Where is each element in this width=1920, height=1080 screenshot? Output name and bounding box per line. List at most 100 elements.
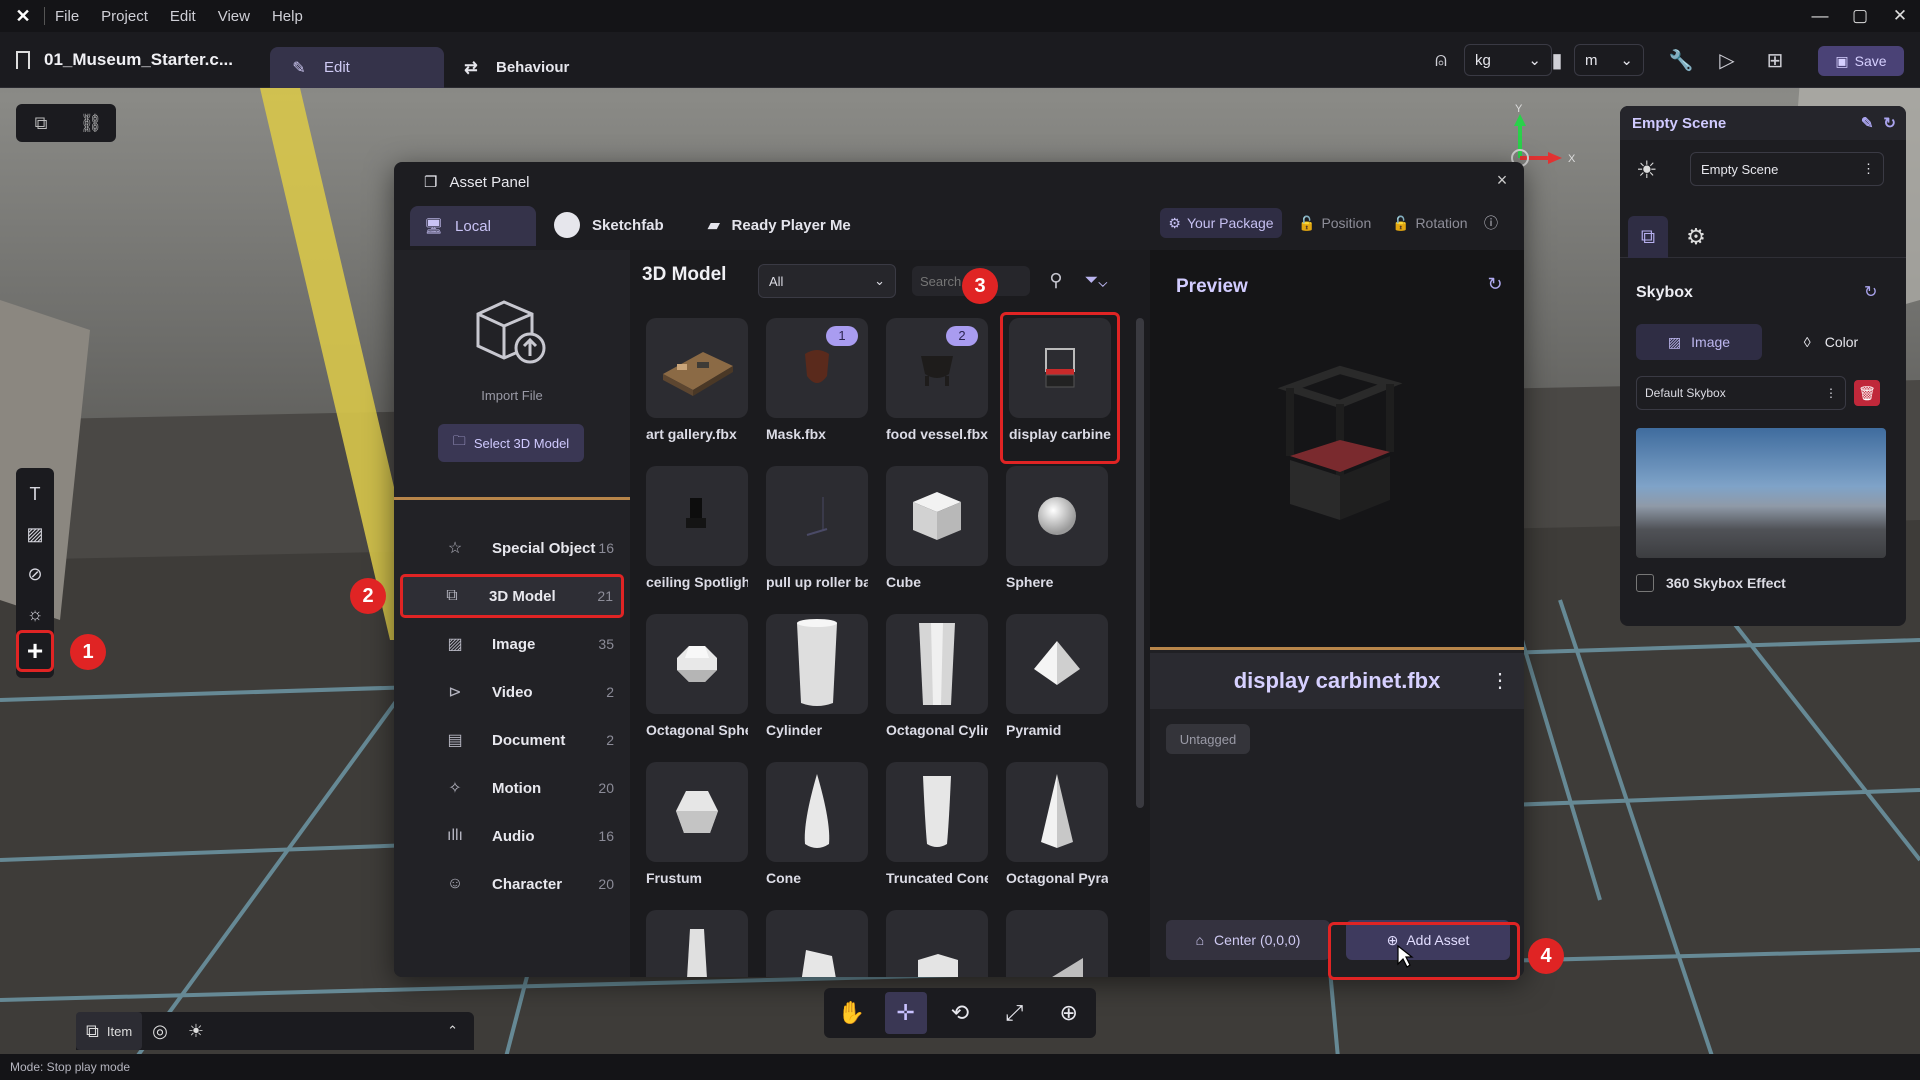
asset-card[interactable]: Pyramid [1006,614,1108,754]
rotate-icon[interactable]: ⟲ [939,992,981,1034]
mass-unit-select[interactable]: kg ⌄ [1464,44,1552,76]
asset-card[interactable]: Sphere [1006,466,1108,606]
category-audio[interactable]: ıllı Audio 16 [394,814,630,858]
category-label: Image [492,635,536,653]
category-motion[interactable]: ✧ Motion 20 [394,766,630,810]
gravity-icon[interactable]: ⍝ [1426,44,1456,76]
tools-button[interactable]: 🔧 [1666,44,1696,76]
asset-card[interactable]: Octagonal Sphere [646,614,748,754]
category-character[interactable]: ☺ Character 20 [394,862,630,906]
menu-edit[interactable]: Edit [170,8,196,25]
asset-card[interactable]: Octagonal Cylinder [886,614,988,754]
refresh-icon[interactable]: ↻ [1482,274,1508,300]
hand-icon[interactable]: ✋ [830,992,872,1034]
tab-local[interactable]: 🖥 Local [410,206,536,246]
skybox-select[interactable]: Default Skybox ⋮ [1636,376,1846,410]
skybox-image-tab[interactable]: ▨ Image [1636,324,1762,360]
category-video[interactable]: ⊳ Video 2 [394,670,630,714]
menu-help[interactable]: Help [272,8,303,25]
asset-card-selected[interactable]: display carbinet.fbx [1000,312,1120,464]
pivot-icon[interactable]: ⊕ [1048,992,1090,1034]
plus-icon: + [26,635,44,666]
ruler-icon[interactable]: ▮ [1542,44,1572,76]
category-special-object[interactable]: ☆ Special Object 16 [394,526,630,570]
skybox-360-toggle[interactable]: 360 Skybox Effect [1636,572,1786,594]
image-icon: ▨ [447,636,463,653]
position-toggle[interactable]: 🔓 Position [1298,208,1371,238]
length-unit-select[interactable]: m ⌄ [1574,44,1644,76]
select-3d-model-button[interactable]: 🗀 Select 3D Model [438,424,584,462]
text-tool-icon[interactable]: T [16,474,54,514]
publish-icon: ⊞ [1766,49,1784,72]
rotation-toggle[interactable]: 🔓 Rotation [1392,208,1468,238]
skybox-360-checkbox[interactable] [1636,574,1654,592]
light-tool-icon[interactable]: ☼ [16,594,54,634]
asset-card[interactable] [766,910,868,977]
save-button[interactable]: ▣ Save [1818,46,1904,76]
menu-file[interactable]: File [55,8,79,25]
category-label: Special Object [492,539,596,557]
asset-card[interactable]: pull up roller bar [766,466,868,606]
asset-card[interactable]: art gallery.fbx [646,318,748,458]
category-document[interactable]: ▤ Document 2 [394,718,630,762]
asset-card[interactable]: Frustum [646,762,748,902]
asset-card[interactable]: 1 Mask.fbx [766,318,868,458]
tab-scene-settings[interactable]: ⚙ [1676,216,1716,258]
category-image[interactable]: ▨ Image 35 [394,622,630,666]
tab-item[interactable]: ⧉ Item [76,1012,143,1050]
environment-icon[interactable]: ☀ [178,1012,214,1050]
center-button[interactable]: ⌂ Center (0,0,0) [1166,920,1330,960]
tab-edit[interactable]: ✎ Edit [270,47,444,88]
close-icon[interactable]: × [1490,170,1514,194]
grid-scrollbar[interactable] [1136,318,1144,808]
filter-icon[interactable]: ⏷⌄ [1076,266,1116,294]
scale-icon[interactable]: ⤢ [993,992,1035,1034]
asset-card[interactable] [886,910,988,977]
asset-card[interactable]: Cylinder [766,614,868,754]
edit-icon[interactable]: ✎ [1861,114,1874,132]
refresh-icon[interactable]: ↻ [1864,282,1877,302]
asset-card[interactable]: Octagonal Pyramid [1006,762,1108,902]
move-icon[interactable]: ✛ [884,992,927,1034]
menu-project[interactable]: Project [101,8,148,25]
asset-card[interactable] [1006,910,1108,977]
category-count: 20 [598,876,614,892]
add-object-button[interactable]: + [16,630,54,672]
info-icon[interactable]: ⓘ [1484,208,1498,238]
skybox-color-tab[interactable]: ◊ Color [1768,324,1894,360]
no-image-tool-icon[interactable]: ⊘ [16,554,54,594]
tag-badge[interactable]: Untagged [1166,724,1250,754]
asset-card[interactable]: 2 food vessel.fbx [886,318,988,458]
tab-ready-player-me[interactable]: ▰ Ready Player Me [708,206,851,244]
tab-sketchfab[interactable]: Sketchfab [554,206,664,244]
category-3d-model[interactable]: ⧉ 3D Model 21 [400,574,624,618]
layers-icon[interactable]: ⧉ [16,104,66,142]
chevron-up-icon[interactable]: ⌃ [437,1012,468,1050]
asset-card[interactable]: Cone [766,762,868,902]
type-filter-select[interactable]: All ⌄ [758,264,896,298]
minimize-icon[interactable]: — [1800,6,1840,26]
asset-card[interactable]: Cube [886,466,988,606]
menu-view[interactable]: View [218,8,250,25]
import-area[interactable]: Import File 🗀 Select 3D Model [394,250,630,500]
project-title[interactable]: 01_Museum_Starter.c... [16,32,233,88]
more-options-icon[interactable]: ⋮ [1490,668,1510,694]
publish-button[interactable]: ⊞ [1760,44,1790,76]
link-icon[interactable]: ⛓ [66,104,116,142]
your-package-button[interactable]: ⚙ Your Package [1160,208,1282,238]
trash-icon[interactable]: 🗑 [1854,380,1880,406]
camera-icon[interactable]: ◎ [142,1012,178,1050]
preview-viewport[interactable] [1150,250,1524,650]
asset-card[interactable]: ceiling Spotlight [646,466,748,606]
tab-behaviour[interactable]: ⇄ Behaviour [460,47,569,88]
maximize-icon[interactable]: ▢ [1840,6,1880,26]
scene-select[interactable]: Empty Scene ⋮ [1690,152,1884,186]
refresh-icon[interactable]: ↻ [1883,114,1896,132]
close-window-icon[interactable]: ✕ [1880,6,1920,26]
tab-scene-model[interactable]: ⧉ [1628,216,1668,258]
image-tool-icon[interactable]: ▨ [16,514,54,554]
asset-card[interactable] [646,910,748,977]
play-button[interactable]: ▷ [1712,44,1742,76]
asset-card[interactable]: Truncated Cone [886,762,988,902]
search-icon[interactable]: ⚲ [1042,266,1070,294]
